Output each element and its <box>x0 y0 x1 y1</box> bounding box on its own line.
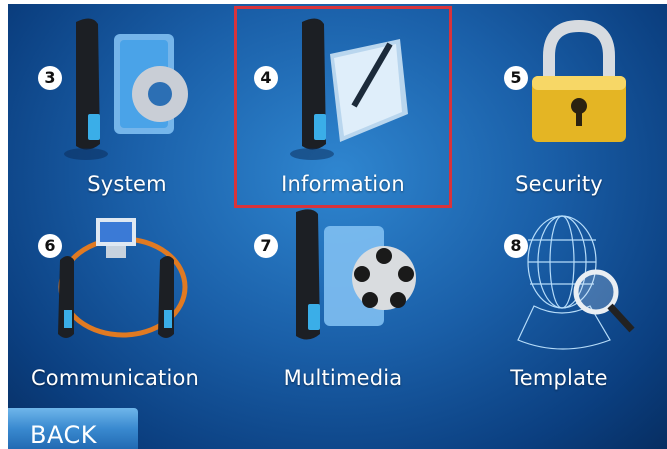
menu-item-communication[interactable]: 6 Communication <box>8 204 222 404</box>
menu-item-system[interactable]: 3 System <box>20 4 234 204</box>
item-label: Template <box>510 366 608 390</box>
network-devices-icon <box>58 218 188 338</box>
menu-item-multimedia[interactable]: 7 Multimedia <box>236 204 450 404</box>
menu-screen: 3 System 4 Information 5 Security 6 Comm… <box>8 4 667 449</box>
menu-item-template[interactable]: 8 Template <box>452 204 666 404</box>
item-label: System <box>87 172 167 196</box>
scanner-gear-icon <box>64 18 188 160</box>
padlock-icon <box>532 19 626 142</box>
face-scan-icon <box>517 215 635 350</box>
back-button[interactable]: BACK <box>8 408 138 449</box>
item-label: Multimedia <box>283 366 403 390</box>
item-number: 7 <box>254 234 278 258</box>
device-frame: 3 System 4 Information 5 Security 6 Comm… <box>0 0 667 449</box>
item-label: Security <box>515 172 603 196</box>
item-label: Communication <box>30 366 200 390</box>
menu-item-security[interactable]: 5 Security <box>452 4 666 204</box>
item-number: 3 <box>38 66 62 90</box>
selection-highlight <box>234 6 452 208</box>
film-reel-icon <box>296 209 416 340</box>
